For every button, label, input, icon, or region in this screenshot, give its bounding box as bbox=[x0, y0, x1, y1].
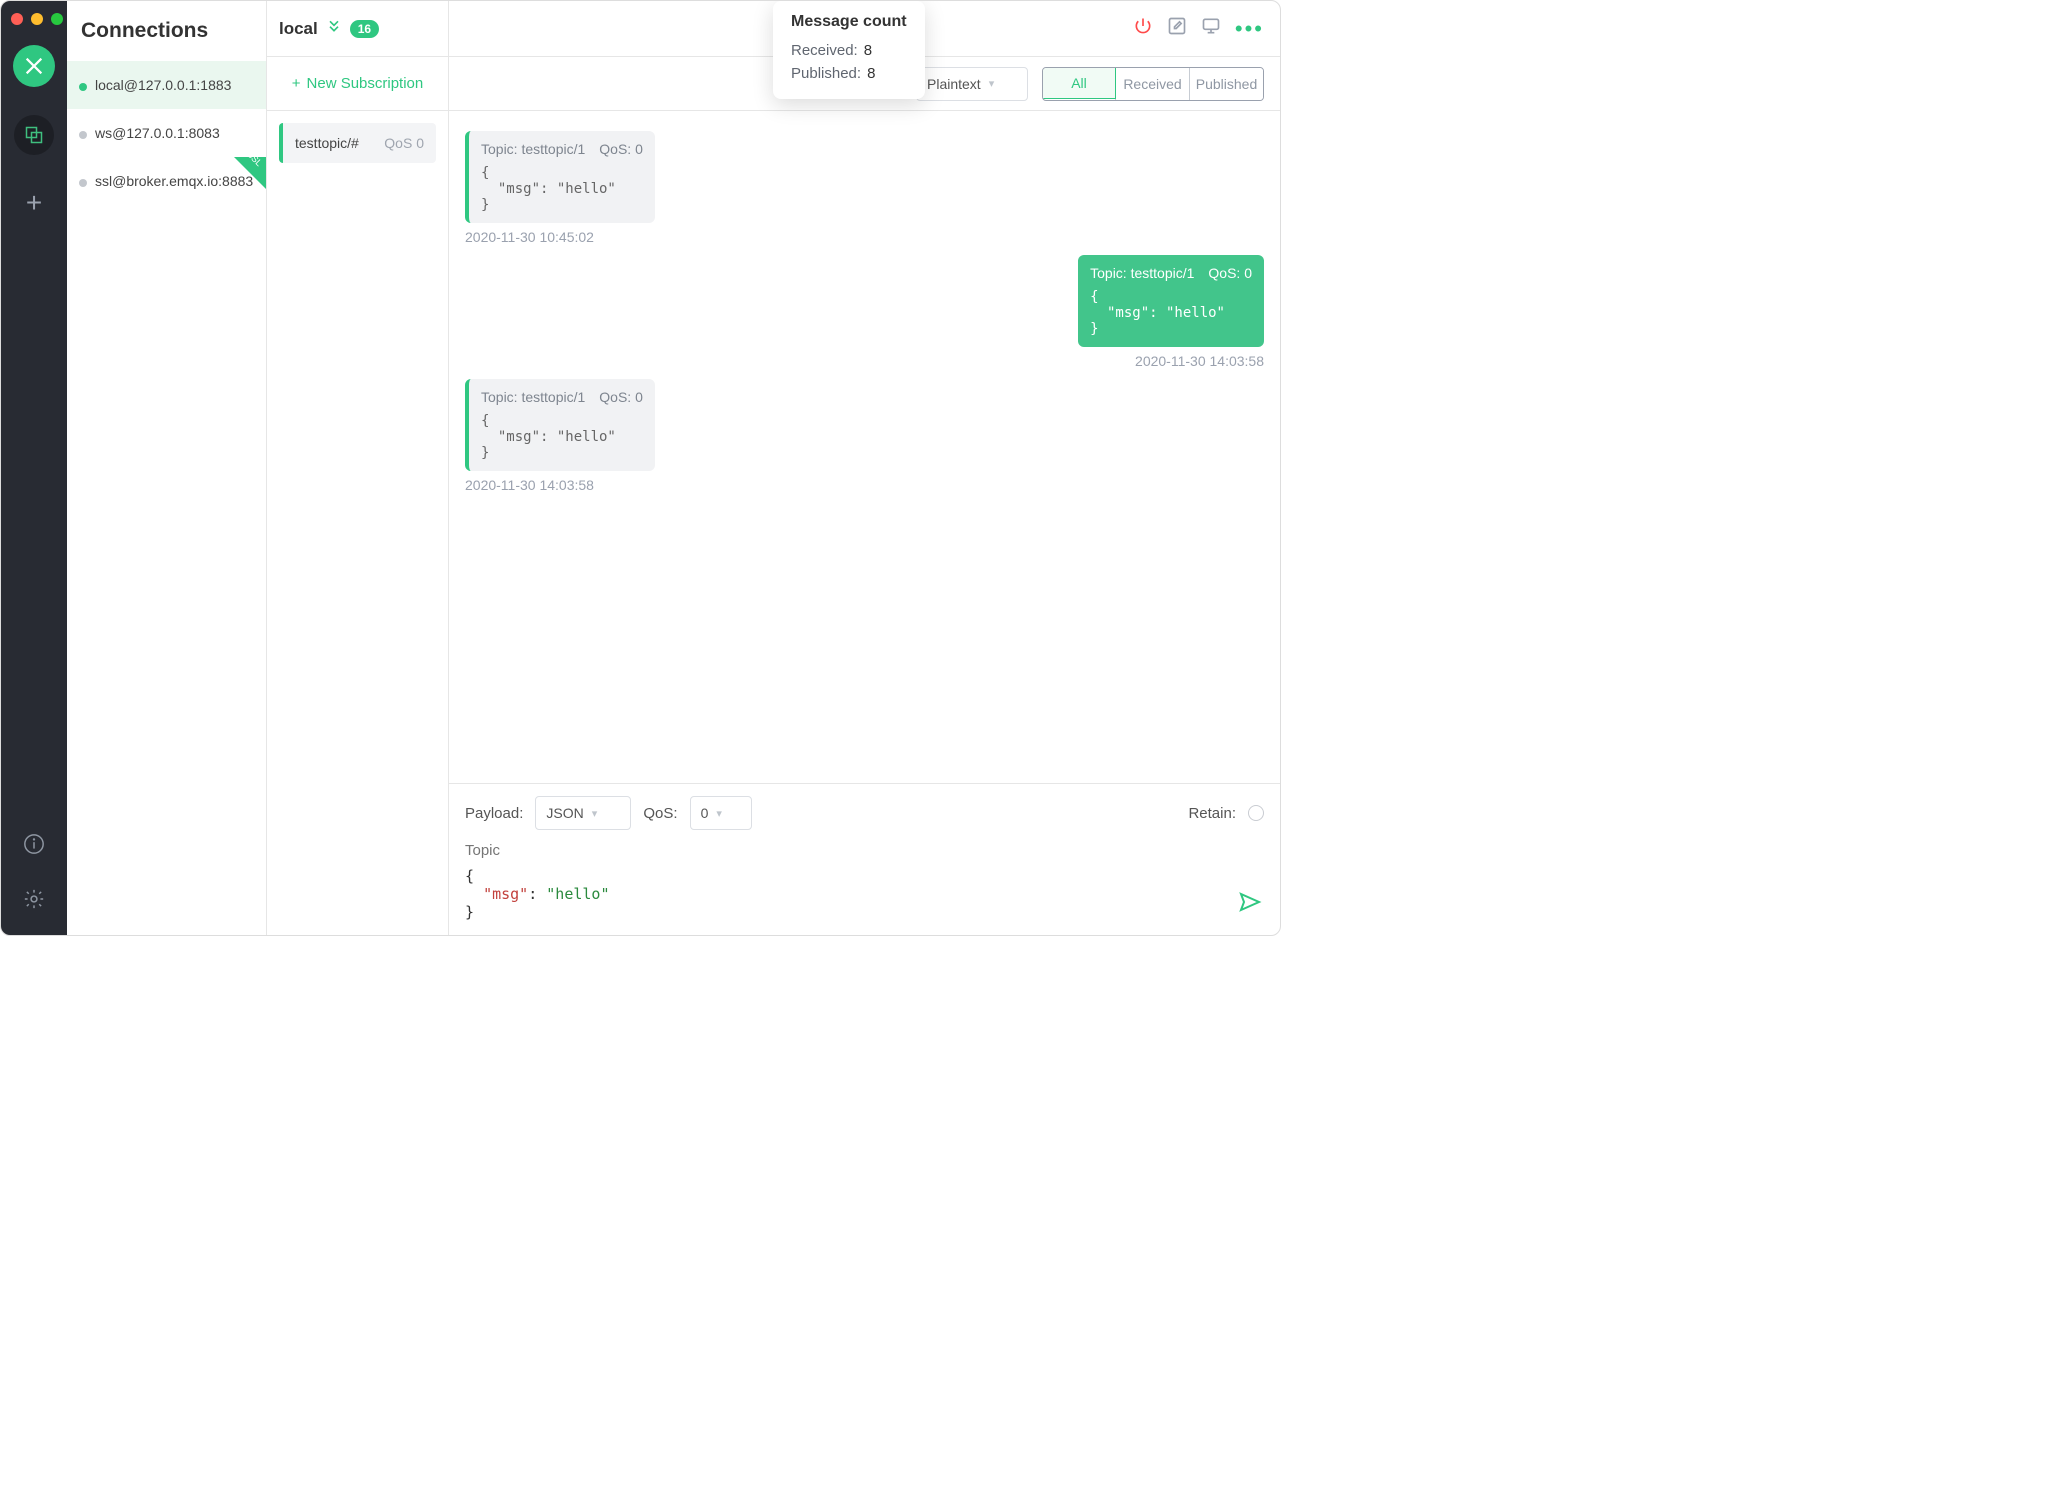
connection-label: ssl@broker.emqx.io:8883 bbox=[95, 173, 253, 189]
message-sent: Topic: testtopic/1 QoS: 0 { "msg": "hell… bbox=[1078, 255, 1264, 369]
filter-all-tab[interactable]: All bbox=[1042, 67, 1116, 99]
publish-format-value: JSON bbox=[546, 805, 583, 821]
gear-icon bbox=[23, 888, 45, 910]
publish-topic-input[interactable] bbox=[465, 830, 1264, 863]
chevron-down-icon: ▾ bbox=[592, 807, 598, 820]
subscription-topic: testtopic/# bbox=[295, 135, 359, 151]
filter-published-tab[interactable]: Published bbox=[1189, 68, 1263, 100]
nav-new-connection[interactable]: + bbox=[14, 183, 54, 223]
chevron-down-icon: ▾ bbox=[716, 807, 722, 820]
popover-published-value: 8 bbox=[867, 65, 875, 82]
message-timestamp: 2020-11-30 14:03:58 bbox=[1078, 353, 1264, 369]
connection-label: local@127.0.0.1:1883 bbox=[95, 77, 231, 93]
message-topic: Topic: testtopic/1 bbox=[481, 389, 585, 405]
message-topic: Topic: testtopic/1 bbox=[1090, 265, 1194, 281]
payload-format-select[interactable]: Plaintext ▾ bbox=[916, 67, 1028, 101]
send-icon bbox=[1238, 890, 1262, 914]
message-topic: Topic: testtopic/1 bbox=[481, 141, 585, 157]
send-button[interactable] bbox=[1238, 890, 1262, 919]
payload-format-value: Plaintext bbox=[927, 76, 981, 92]
popover-published-label: Published: bbox=[791, 65, 861, 82]
zoom-window-icon[interactable] bbox=[51, 13, 63, 25]
message-qos: QoS: 0 bbox=[599, 141, 643, 157]
layers-icon bbox=[24, 125, 44, 145]
message-list[interactable]: Topic: testtopic/1 QoS: 0 { "msg": "hell… bbox=[449, 111, 1280, 783]
popover-title: Message count bbox=[791, 13, 907, 31]
message-count-badge[interactable]: 16 bbox=[350, 20, 379, 38]
plus-icon: + bbox=[292, 75, 301, 92]
subscription-qos: QoS 0 bbox=[384, 135, 424, 151]
disconnect-button[interactable] bbox=[1133, 16, 1153, 41]
connections-panel: Connections local@127.0.0.1:1883 ws@127.… bbox=[67, 1, 267, 935]
nav-about[interactable] bbox=[23, 833, 45, 860]
message-qos: QoS: 0 bbox=[1208, 265, 1252, 281]
message-count-popover: Message count Received: 8 Published: 8 bbox=[773, 1, 925, 99]
collapse-subscriptions[interactable] bbox=[326, 18, 342, 39]
new-subscription-button[interactable]: + New Subscription bbox=[267, 57, 448, 111]
subscription-item[interactable]: testtopic/# QoS 0 bbox=[279, 123, 436, 163]
retain-label: Retain: bbox=[1188, 805, 1236, 822]
publish-panel: Payload: JSON ▾ QoS: 0 ▾ Retain: { "msg"… bbox=[449, 783, 1280, 935]
subscriptions-panel: local 16 + New Subscription testtopic/# … bbox=[267, 1, 449, 935]
chevron-down-icon: ▾ bbox=[989, 77, 995, 90]
popover-received-label: Received: bbox=[791, 42, 858, 59]
retain-radio[interactable] bbox=[1248, 805, 1264, 821]
info-icon bbox=[23, 833, 45, 855]
status-dot-icon bbox=[79, 179, 87, 187]
message-payload: { "msg": "hello" } bbox=[481, 165, 643, 213]
connection-header: local 16 bbox=[267, 1, 448, 57]
status-dot-icon bbox=[79, 83, 87, 91]
nav-settings[interactable] bbox=[23, 888, 45, 915]
more-actions-button[interactable]: ••• bbox=[1235, 16, 1264, 42]
connection-item[interactable]: local@127.0.0.1:1883 bbox=[67, 61, 266, 109]
minimize-window-icon[interactable] bbox=[31, 13, 43, 25]
status-dot-icon bbox=[79, 131, 87, 139]
close-window-icon[interactable] bbox=[11, 13, 23, 25]
publish-qos-label: QoS: bbox=[643, 805, 677, 822]
connection-label: ws@127.0.0.1:8083 bbox=[95, 125, 220, 141]
publish-format-select[interactable]: JSON ▾ bbox=[535, 796, 631, 830]
message-payload: { "msg": "hello" } bbox=[1090, 289, 1252, 337]
popover-received-value: 8 bbox=[864, 42, 872, 59]
app-rail: + bbox=[1, 1, 67, 935]
chevron-double-down-icon bbox=[326, 18, 342, 34]
connection-item[interactable]: ws@127.0.0.1:8083 bbox=[67, 109, 266, 157]
message-timestamp: 2020-11-30 10:45:02 bbox=[465, 229, 655, 245]
active-connection-name: local bbox=[279, 19, 318, 39]
message-payload: { "msg": "hello" } bbox=[481, 413, 643, 461]
power-icon bbox=[1133, 16, 1153, 36]
message-qos: QoS: 0 bbox=[599, 389, 643, 405]
monitor-icon bbox=[1201, 16, 1221, 36]
connection-item[interactable]: ssl@broker.emqx.io:8883 SSL bbox=[67, 157, 266, 205]
publish-payload-editor[interactable]: { "msg": "hello" } bbox=[465, 863, 1264, 931]
window-controls[interactable] bbox=[11, 13, 63, 25]
payload-label: Payload: bbox=[465, 805, 523, 822]
new-subscription-label: New Subscription bbox=[307, 75, 424, 92]
message-timestamp: 2020-11-30 14:03:58 bbox=[465, 477, 655, 493]
message-filter-tabs: All Received Published bbox=[1042, 67, 1264, 101]
nav-connections[interactable] bbox=[14, 115, 54, 155]
main-panel: ••• Plaintext ▾ All Received Published T… bbox=[449, 1, 1280, 935]
logo-icon bbox=[23, 55, 45, 77]
publish-qos-select[interactable]: 0 ▾ bbox=[690, 796, 752, 830]
edit-icon bbox=[1167, 16, 1187, 36]
plus-icon: + bbox=[26, 187, 42, 219]
publish-qos-value: 0 bbox=[701, 805, 709, 821]
dots-horizontal-icon: ••• bbox=[1235, 16, 1264, 41]
new-window-button[interactable] bbox=[1201, 16, 1221, 41]
app-logo[interactable] bbox=[13, 45, 55, 87]
edit-connection-button[interactable] bbox=[1167, 16, 1187, 41]
message-received: Topic: testtopic/1 QoS: 0 { "msg": "hell… bbox=[465, 131, 655, 245]
filter-received-tab[interactable]: Received bbox=[1115, 68, 1189, 100]
message-received: Topic: testtopic/1 QoS: 0 { "msg": "hell… bbox=[465, 379, 655, 493]
connections-title: Connections bbox=[67, 1, 266, 61]
